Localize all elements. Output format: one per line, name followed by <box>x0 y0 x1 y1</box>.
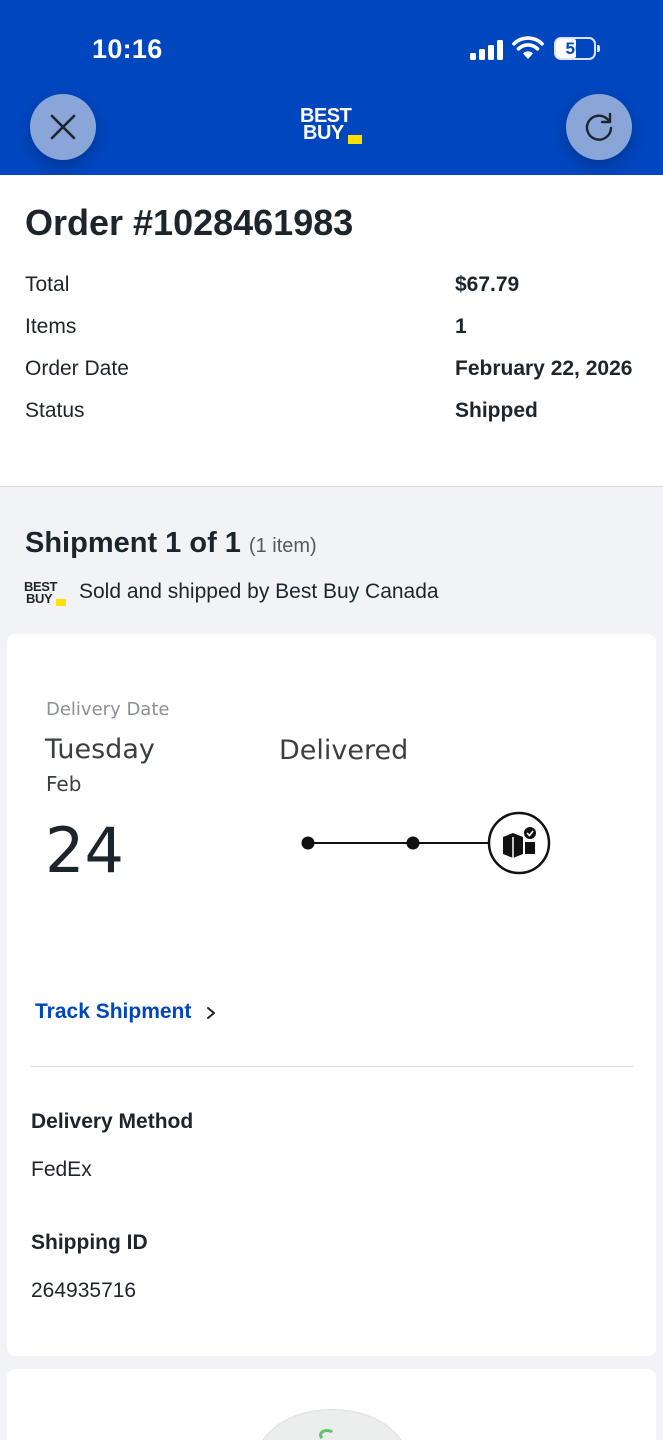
delivery-date-number: 24 <box>45 814 124 887</box>
shipping-id-label: Shipping ID <box>31 1231 148 1254</box>
chevron-right-icon[interactable] <box>204 1004 218 1022</box>
product-led-icon <box>319 1429 335 1440</box>
divider <box>31 1066 633 1067</box>
track-shipment-link[interactable]: Track Shipment <box>35 1000 191 1024</box>
total-label: Total <box>25 273 70 296</box>
items-value: 1 <box>455 315 467 338</box>
delivery-method-value: FedEx <box>31 1158 92 1181</box>
total-value: $67.79 <box>455 273 520 296</box>
order-summary: Order #1028461983 Total $67.79 Items 1 O… <box>0 175 663 487</box>
shipment-card: Delivery Date Tuesday Feb 24 Delivered T… <box>7 634 656 1356</box>
delivery-status: Delivered <box>279 735 409 766</box>
battery-level: 50 <box>565 39 585 58</box>
order-date-value: February 22, 2026 <box>455 357 633 380</box>
delivery-progress-timeline <box>301 811 551 875</box>
seller-text: Sold and shipped by Best Buy Canada <box>79 580 439 603</box>
delivery-date-label: Delivery Date <box>46 699 170 720</box>
items-label: Items <box>25 315 77 338</box>
product-card[interactable] <box>7 1369 656 1440</box>
app-header: 10:16 50 BEST BUY <box>0 0 663 175</box>
status-value: Shipped <box>455 399 538 422</box>
refresh-button[interactable] <box>566 94 632 160</box>
status-time: 10:16 <box>92 34 163 64</box>
delivered-package-icon <box>487 811 551 875</box>
best-buy-logo: BEST BUY <box>300 106 364 146</box>
order-date-label: Order Date <box>25 357 129 380</box>
battery-icon: 50 <box>554 37 600 60</box>
close-button[interactable] <box>30 94 96 160</box>
logo-tag-icon <box>348 135 362 144</box>
order-title: Order #1028461983 <box>25 202 354 243</box>
wifi-icon <box>512 36 544 59</box>
shipping-id-value: 264935716 <box>31 1279 137 1302</box>
close-icon <box>50 114 76 140</box>
cellular-signal-icon <box>470 38 504 60</box>
delivery-day: Tuesday <box>45 734 155 765</box>
shipment-item-count: (1 item) <box>248 535 317 557</box>
refresh-icon <box>585 112 613 141</box>
seller-logo: BEST BUY <box>24 580 68 607</box>
delivery-method-label: Delivery Method <box>31 1110 194 1133</box>
delivery-month: Feb <box>46 772 82 796</box>
status-label: Status <box>25 399 85 422</box>
shipment-title: Shipment 1 of 1 (1 item) <box>25 527 317 559</box>
